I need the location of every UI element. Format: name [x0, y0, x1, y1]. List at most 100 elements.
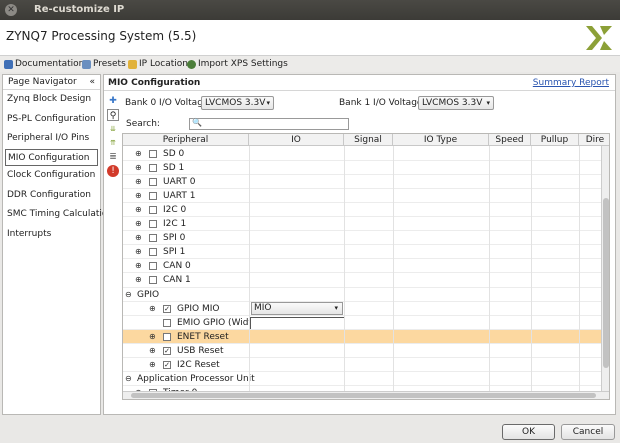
column-speed[interactable]: Speed [489, 134, 531, 146]
column-direction[interactable]: Dire [579, 134, 609, 146]
expand-all-icon[interactable]: ⇊ [107, 123, 119, 135]
peripheral-checkbox[interactable]: ✓ [163, 304, 171, 313]
peripheral-label: USB Reset [177, 345, 224, 356]
expand-node-icon[interactable]: ⊕ [149, 344, 156, 358]
collapse-all-icon[interactable]: ⇈ [107, 137, 119, 149]
bank1-voltage-value: LVCMOS 3.3V [422, 98, 483, 108]
vertical-scrollbar[interactable] [601, 146, 609, 393]
close-icon[interactable]: ✕ [5, 4, 17, 16]
peripheral-checkbox[interactable] [149, 150, 157, 158]
table-row[interactable]: ⊕ SPI 0 [123, 231, 605, 245]
peripheral-checkbox[interactable] [149, 192, 157, 201]
peripheral-checkbox[interactable]: ✓ [163, 360, 171, 369]
peripheral-checkbox[interactable] [149, 262, 157, 271]
title-bar: ✕ Re-customize IP [0, 0, 620, 20]
collapse-node-icon[interactable]: ⊖ [125, 288, 132, 302]
table-row[interactable]: ⊕ SPI 1 [123, 245, 605, 259]
nav-item-ps-pl-configuration[interactable]: PS-PL Configuration [3, 110, 100, 130]
expand-node-icon[interactable]: ⊕ [135, 273, 142, 287]
table-row[interactable]: ⊕ SD 0 [123, 147, 605, 161]
column-pullup[interactable]: Pullup [531, 134, 579, 146]
collapse-icon[interactable]: « [89, 77, 95, 87]
search-icon[interactable]: ⚲ [107, 109, 119, 121]
expand-node-icon[interactable]: ⊕ [135, 147, 142, 161]
documentation-button[interactable]: Documentation [4, 58, 84, 70]
nav-item-peripheral-io-pins[interactable]: Peripheral I/O Pins [3, 129, 100, 149]
horizontal-scroll-thumb[interactable] [131, 393, 596, 398]
chevron-down-icon: ▾ [486, 99, 490, 107]
table-row[interactable]: ⊕ CAN 0 [123, 259, 605, 273]
peripheral-checkbox[interactable] [149, 234, 157, 243]
io-select[interactable]: MIO ▾ [251, 301, 343, 315]
nav-item-mio-configuration[interactable]: MIO Configuration [5, 149, 98, 167]
error-icon[interactable]: ! [107, 165, 119, 177]
peripheral-checkbox[interactable] [163, 318, 171, 327]
peripheral-checkbox[interactable] [149, 248, 157, 257]
app-title: ZYNQ7 Processing System (5.5) [6, 29, 197, 43]
expand-node-icon[interactable]: ⊕ [135, 175, 142, 189]
collapse-node-icon[interactable]: ⊖ [125, 372, 132, 386]
nav-item-clock-configuration[interactable]: Clock Configuration [3, 166, 100, 186]
peripheral-checkbox[interactable]: ✓ [163, 346, 171, 355]
column-io[interactable]: IO [249, 134, 344, 146]
table-row[interactable]: ⊕ ✓ GPIO MIO MIO ▾ [123, 301, 605, 316]
ip-location-button[interactable]: IP Location [128, 58, 188, 70]
table-row[interactable]: ⊕ I2C 0 [123, 203, 605, 217]
presets-button[interactable]: Presets [82, 58, 126, 70]
vertical-scroll-thumb[interactable] [603, 198, 609, 368]
list-icon[interactable]: ≣ [107, 151, 119, 163]
column-signal[interactable]: Signal [344, 134, 393, 146]
table-row[interactable]: ⊕ ✓ USB Reset [123, 344, 605, 358]
peripheral-label: CAN 1 [163, 275, 191, 286]
table-row[interactable]: ⊕ SD 1 [123, 161, 605, 175]
book-icon [4, 59, 13, 69]
peripheral-checkbox[interactable] [149, 220, 157, 229]
column-io-type[interactable]: IO Type [393, 134, 489, 146]
cancel-button[interactable]: Cancel [561, 424, 615, 440]
search-input[interactable]: 🔍 [189, 118, 349, 130]
import-xps-settings-button[interactable]: Import XPS Settings [187, 58, 288, 70]
mio-configuration-panel: MIO Configuration Summary Report ✚ ⚲ ⇊ ⇈… [103, 74, 616, 415]
expand-node-icon[interactable]: ⊕ [135, 231, 142, 245]
table-row[interactable]: ⊕ UART 0 [123, 175, 605, 189]
expand-node-icon[interactable]: ⊕ [135, 245, 142, 259]
table-row[interactable]: ⊕ I2C 1 [123, 217, 605, 231]
expand-node-icon[interactable]: ⊕ [135, 217, 142, 231]
peripheral-label: GPIO [137, 289, 160, 300]
mio-table: Peripheral IO Signal IO Type Speed Pullu… [122, 133, 610, 400]
table-row[interactable]: ⊕ CAN 1 [123, 273, 605, 287]
expand-node-icon[interactable]: ⊕ [149, 358, 156, 372]
nav-item-interrupts[interactable]: Interrupts [3, 225, 100, 245]
peripheral-checkbox[interactable] [163, 332, 171, 341]
nav-item-ddr-configuration[interactable]: DDR Configuration [3, 186, 100, 206]
table-row[interactable]: ⊖ Application Processor Unit [123, 372, 605, 386]
ok-button[interactable]: OK [502, 424, 555, 440]
peripheral-checkbox[interactable] [149, 276, 157, 285]
table-row[interactable]: ⊖ GPIO [123, 288, 605, 302]
table-row[interactable]: ⊕ ✓ I2C Reset [123, 358, 605, 372]
expand-node-icon[interactable]: ⊕ [135, 189, 142, 203]
column-peripheral[interactable]: Peripheral [123, 134, 249, 146]
peripheral-checkbox[interactable] [149, 178, 157, 187]
nav-item-smc-timing-calculation[interactable]: SMC Timing Calculation [3, 205, 113, 225]
peripheral-checkbox[interactable] [149, 206, 157, 215]
expand-node-icon[interactable]: ⊕ [149, 302, 156, 316]
summary-report-link[interactable]: Summary Report [533, 78, 609, 88]
expand-node-icon[interactable]: ⊕ [135, 203, 142, 217]
table-row[interactable]: ⊕ UART 1 [123, 189, 605, 203]
table-row[interactable]: ⊕ ENET Reset [123, 329, 605, 344]
horizontal-scrollbar[interactable] [123, 391, 609, 399]
expand-node-icon[interactable]: ⊕ [149, 330, 156, 344]
expand-node-icon[interactable]: ⊕ [135, 259, 142, 273]
table-row[interactable]: EMIO GPIO (Width) [123, 316, 605, 331]
add-icon[interactable]: ✚ [107, 95, 119, 107]
window-title: Re-customize IP [34, 4, 125, 15]
bank0-voltage-select[interactable]: LVCMOS 3.3V ▾ [201, 96, 274, 110]
peripheral-label: UART 0 [163, 177, 196, 188]
bank1-voltage-select[interactable]: LVCMOS 3.3V ▾ [418, 96, 494, 110]
peripheral-label: I2C 1 [163, 219, 187, 230]
nav-item-zynq-block-design[interactable]: Zynq Block Design [3, 90, 100, 110]
expand-node-icon[interactable]: ⊕ [135, 161, 142, 175]
peripheral-checkbox[interactable] [149, 164, 157, 173]
column-divider [344, 146, 345, 399]
